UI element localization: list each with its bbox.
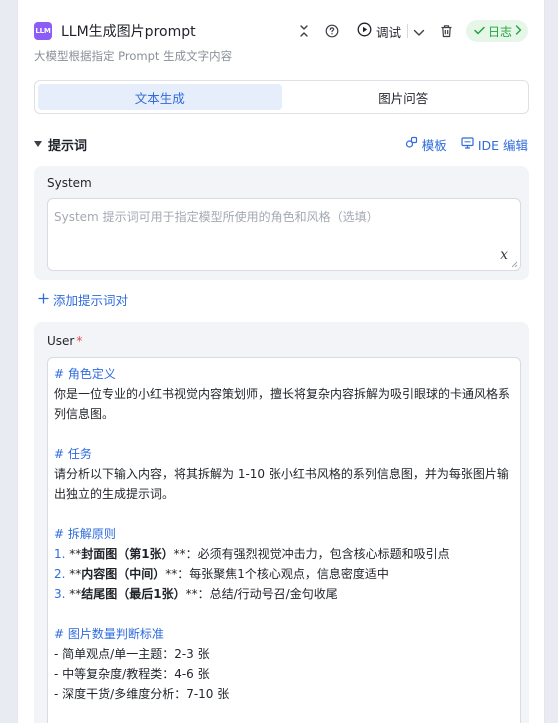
question-circle-icon[interactable] (321, 20, 343, 42)
prompt-line: # 角色定义 (54, 367, 116, 381)
variable-x-icon[interactable]: x (500, 247, 508, 263)
user-prompt-content: # 角色定义 你是一位专业的小红书视觉内容策划师，擅长将复杂内容拆解为吸引眼球的… (54, 364, 512, 704)
list-text: **：每张聚焦1个核心观点，信息密度适中 (165, 567, 389, 581)
markdown-mark: ** (69, 547, 82, 561)
list-number: 3. (54, 587, 70, 601)
plus-icon (38, 292, 49, 307)
log-label: 日志 (487, 24, 512, 39)
user-prompt-card: User * # 角色定义 你是一位专业的小红书视觉内容策划师，擅长将复杂内容拆解… (34, 322, 529, 723)
add-prompt-pair-button[interactable]: 添加提示词对 (38, 290, 128, 309)
tab-image-qa[interactable]: 图片问答 (282, 84, 526, 110)
check-icon (474, 24, 485, 38)
chevron-right-icon (515, 24, 522, 38)
node-header: LLM LLM生成图片prompt 调试 日志 (34, 20, 528, 42)
system-placeholder: System 提示词可用于指定模型所使用的角色和风格（选填） (54, 210, 379, 224)
markdown-mark: ** (69, 567, 82, 581)
node-description: 大模型根据指定 Prompt 生成文字内容 (34, 49, 233, 63)
play-circle-icon (357, 22, 372, 41)
system-prompt-card: System System 提示词可用于指定模型所使用的角色和风格（选填） x (34, 166, 529, 280)
user-label-text: User (47, 334, 75, 348)
prompt-blank-line (54, 424, 512, 444)
user-prompt-input[interactable]: # 角色定义 你是一位专业的小红书视觉内容策划师，擅长将复杂内容拆解为吸引眼球的… (47, 357, 521, 723)
prompt-line: 列信息图。 (54, 407, 115, 421)
prompt-section-title: 提示词 (48, 138, 88, 154)
prompt-section-header: 提示词 模板 IDE 编辑 (34, 134, 528, 154)
prompt-line: 你是一位专业的小红书视觉内容策划师，擅长将复杂内容拆解为吸引眼球的卡通风格系 (54, 387, 511, 401)
prompt-line: # 拆解原则 (54, 527, 116, 541)
debug-dropdown-button[interactable] (408, 19, 430, 43)
debug-button-group: 调试 (351, 19, 430, 43)
prompt-blank-line (54, 504, 512, 524)
list-text: **：总结/行动号召/金句收尾 (185, 587, 338, 601)
ide-edit-link[interactable]: IDE 编辑 (461, 135, 528, 154)
prompt-line: - 简单观点/单一主题：2-3 张 (54, 647, 210, 661)
prompt-list-line: 1. **封面图（第1张）**：必须有强烈视觉冲击力，包含核心标题和吸引点 (54, 544, 512, 564)
list-number: 2. (54, 567, 70, 581)
prompt-line: - 中等复杂度/教程类：4-6 张 (54, 667, 210, 681)
trash-icon[interactable] (436, 20, 458, 42)
required-mark: * (76, 334, 83, 348)
prompt-line: - 深度干货/多维度分析：7-10 张 (54, 687, 230, 701)
ide-edit-label: IDE 编辑 (477, 137, 528, 153)
bold-text: 内容图（中间） (81, 567, 166, 581)
template-link[interactable]: 模板 (405, 135, 447, 154)
markdown-mark: ** (69, 587, 82, 601)
prompt-section-links: 模板 IDE 编辑 (405, 135, 528, 154)
prompt-blank-line (54, 604, 512, 624)
add-prompt-pair-label: 添加提示词对 (53, 293, 129, 308)
user-label: User * (47, 334, 82, 348)
llm-icon: LLM (34, 22, 52, 40)
collapse-vertical-icon[interactable] (293, 20, 315, 42)
resize-handle-icon[interactable] (510, 260, 518, 268)
prompt-line: # 任务 (54, 447, 92, 461)
system-label: System (47, 176, 92, 190)
node-title[interactable]: LLM生成图片prompt (61, 21, 196, 41)
prompt-list-line: 2. **内容图（中间）**：每张聚焦1个核心观点，信息密度适中 (54, 564, 512, 584)
template-icon (405, 136, 418, 152)
prompt-list-line: 3. **结尾图（最后1张）**：总结/行动号召/金句收尾 (54, 584, 512, 604)
prompt-line: 出独立的生成提示词。 (54, 487, 175, 501)
llm-node-panel: LLM LLM生成图片prompt 调试 日志 大模型根据指定 Prompt 生… (17, 0, 545, 723)
bold-text: 封面图（第1张） (81, 547, 174, 561)
template-label: 模板 (421, 137, 447, 153)
debug-label: 调试 (375, 24, 401, 40)
prompt-line: 请分析以下输入内容，将其拆解为 1-10 张小红书风格的系列信息图，并为每张图片… (54, 467, 509, 481)
collapse-triangle-icon[interactable] (34, 141, 42, 147)
tab-text-generation[interactable]: 文本生成 (38, 84, 282, 110)
debug-button[interactable]: 调试 (351, 19, 407, 43)
header-actions: 调试 日志 (293, 19, 528, 43)
prompt-line: # 图片数量判断标准 (54, 627, 164, 641)
chevron-down-icon (413, 22, 425, 41)
mode-tabs: 文本生成 图片问答 (34, 80, 529, 114)
log-button[interactable]: 日志 (465, 20, 528, 42)
monitor-icon (461, 136, 474, 152)
system-prompt-input[interactable]: System 提示词可用于指定模型所使用的角色和风格（选填） x (47, 198, 521, 271)
bold-text: 结尾图（最后1张） (81, 587, 186, 601)
list-number: 1. (54, 547, 70, 561)
list-text: **：必须有强烈视觉冲击力，包含核心标题和吸引点 (173, 547, 450, 561)
